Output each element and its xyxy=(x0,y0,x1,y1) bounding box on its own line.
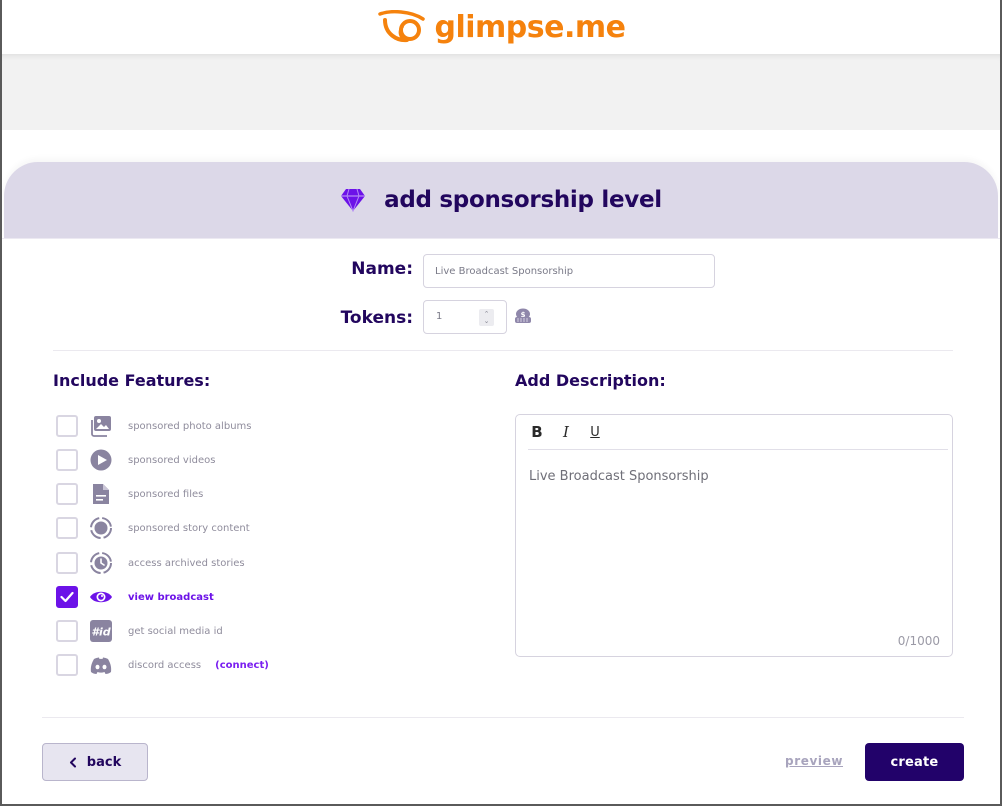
footer-divider xyxy=(42,717,964,718)
tokens-input[interactable]: 1 ⌃ ⌄ xyxy=(423,300,507,334)
features-title: Include Features: xyxy=(53,371,211,390)
svg-text:#id: #id xyxy=(91,626,110,639)
brand-name: glimpse.me xyxy=(434,9,626,45)
create-button[interactable]: create xyxy=(865,743,964,781)
description-editor[interactable]: B I U Live Broadcast Sponsorship 0/1000 xyxy=(515,414,953,657)
feature-item[interactable]: view broadcast xyxy=(56,585,456,609)
feature-checkbox[interactable] xyxy=(56,483,78,505)
name-input[interactable] xyxy=(423,254,715,288)
top-bar: glimpse.me xyxy=(2,0,1000,54)
underline-button[interactable]: U xyxy=(588,425,602,440)
feature-checkbox[interactable] xyxy=(56,517,78,539)
play-circle-icon xyxy=(89,448,113,472)
diamond-icon xyxy=(341,188,366,212)
feature-checkbox[interactable] xyxy=(56,654,78,676)
editor-toolbar: B I U xyxy=(528,415,948,450)
feature-checkbox-checked[interactable] xyxy=(56,586,78,608)
feature-item[interactable]: sponsored photo albums xyxy=(56,414,456,438)
eye-icon xyxy=(89,585,113,609)
hashtag-id-icon: #id xyxy=(89,619,113,643)
page-title: add sponsorship level xyxy=(384,187,662,213)
feature-label: access archived stories xyxy=(128,557,245,569)
feature-checkbox[interactable] xyxy=(56,415,78,437)
photo-album-icon xyxy=(89,414,113,438)
feature-item[interactable]: access archived stories xyxy=(56,551,456,575)
coin-stack-icon: $ xyxy=(515,308,531,323)
description-text[interactable]: Live Broadcast Sponsorship xyxy=(529,469,709,484)
archived-story-icon xyxy=(89,551,113,575)
feature-label: view broadcast xyxy=(128,591,214,603)
section-divider xyxy=(53,350,953,351)
tokens-value[interactable]: 1 xyxy=(436,311,442,322)
back-label: back xyxy=(86,754,122,770)
feature-label: sponsored videos xyxy=(128,454,216,466)
stepper-down-icon[interactable]: ⌄ xyxy=(484,317,490,325)
discord-connect-link[interactable]: (connect) xyxy=(215,660,269,671)
feature-item[interactable]: #id get social media id xyxy=(56,619,456,643)
file-icon xyxy=(89,482,113,506)
char-count: 0/1000 xyxy=(897,634,940,648)
back-button[interactable]: back xyxy=(42,743,148,781)
italic-button[interactable]: I xyxy=(559,423,573,441)
description-title: Add Description: xyxy=(515,371,666,390)
feature-label: get social media id xyxy=(128,625,223,637)
tokens-label: Tokens: xyxy=(340,308,413,328)
feature-checkbox[interactable] xyxy=(56,552,78,574)
chevron-left-icon xyxy=(69,757,76,767)
feature-label: discord access xyxy=(128,659,202,671)
name-label: Name: xyxy=(351,259,413,279)
card-header: add sponsorship level xyxy=(4,162,998,238)
banner-area xyxy=(2,54,1000,130)
feature-item[interactable]: sponsored files xyxy=(56,482,456,506)
header-divider xyxy=(2,238,1000,239)
feature-label: sponsored photo albums xyxy=(128,420,252,432)
feature-label: sponsored story content xyxy=(128,522,250,534)
feature-item[interactable]: sponsored story content xyxy=(56,516,456,540)
feature-checkbox[interactable] xyxy=(56,620,78,642)
feature-item[interactable]: sponsored videos xyxy=(56,448,456,472)
preview-link[interactable]: preview xyxy=(785,754,843,768)
discord-icon xyxy=(89,653,113,677)
brand-logo[interactable]: glimpse.me xyxy=(377,10,626,45)
story-ring-icon xyxy=(89,516,113,540)
feature-label: sponsored files xyxy=(128,488,204,500)
bold-button[interactable]: B xyxy=(530,423,544,441)
tokens-stepper[interactable]: ⌃ ⌄ xyxy=(479,309,494,326)
checkmark-icon xyxy=(60,591,74,603)
eye-swirl-logo-icon xyxy=(377,10,425,43)
feature-item[interactable]: discord access (connect) xyxy=(56,653,456,677)
feature-checkbox[interactable] xyxy=(56,449,78,471)
